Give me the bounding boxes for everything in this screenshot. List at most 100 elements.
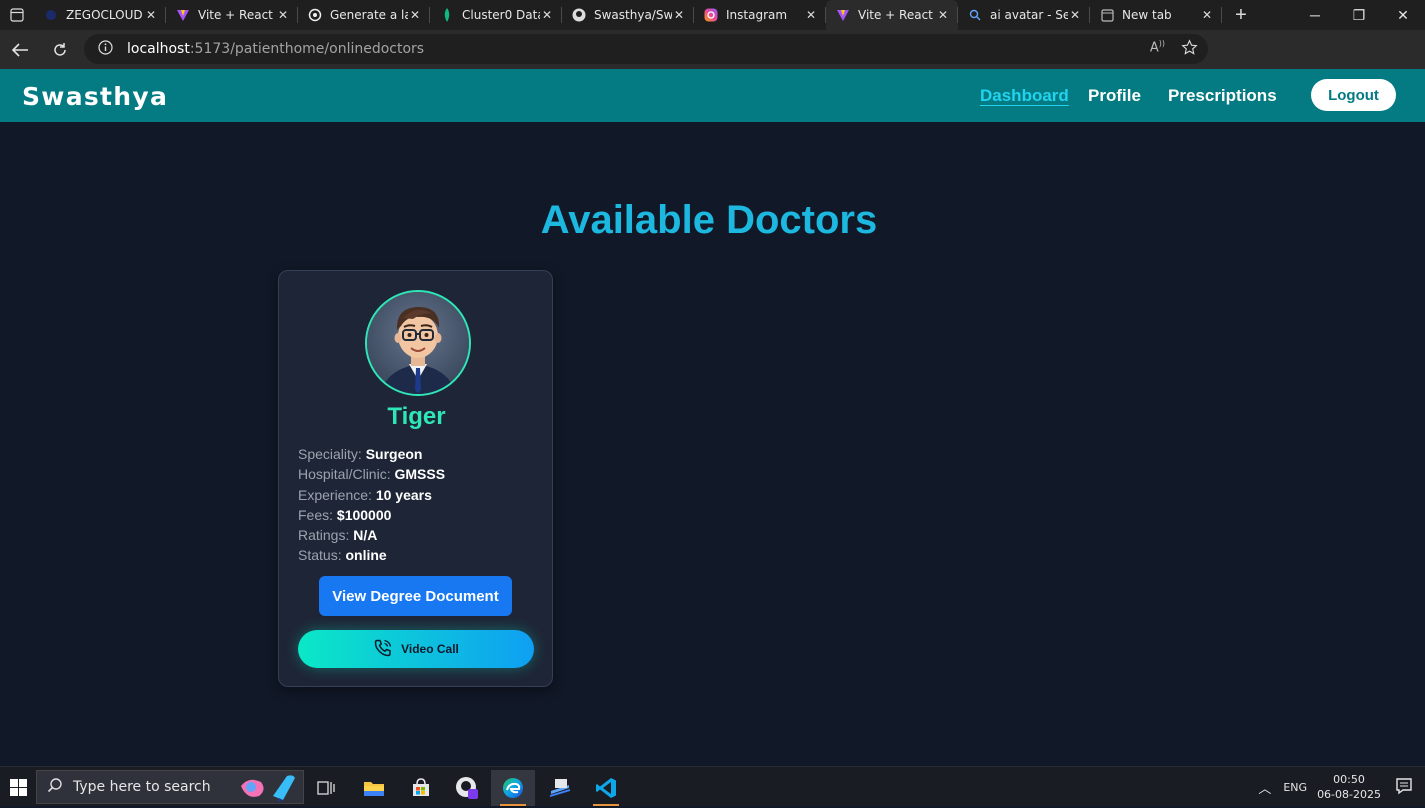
zegocloud-icon [44, 8, 58, 22]
detail-label: Speciality: [298, 446, 362, 462]
tab-close-icon[interactable]: ✕ [1200, 8, 1214, 22]
new-tab-button[interactable]: + [1222, 4, 1260, 27]
detail-row-ratings: Ratings: N/A [298, 525, 445, 545]
tab-title: ZEGOCLOUD C [66, 8, 144, 22]
detail-value: online [345, 547, 387, 564]
detail-value: $100000 [336, 506, 392, 523]
detail-label: Ratings: [298, 527, 350, 544]
taskbar-search-placeholder: Type here to search [73, 779, 211, 795]
tab-title: Cluster0 Data | [462, 8, 540, 22]
nav-dashboard-link[interactable]: Dashboard [980, 86, 1069, 106]
tab-actions-icon[interactable] [0, 0, 34, 30]
page-title: Available Doctors [540, 198, 878, 242]
doctor-avatar [365, 290, 471, 396]
video-call-label: Video Call [401, 642, 459, 656]
vite-icon [176, 8, 190, 22]
nav-prescriptions-link[interactable]: Prescriptions [1168, 86, 1277, 106]
file-explorer-icon[interactable] [352, 770, 396, 806]
window-controls: ─ ❐ ✕ [1293, 0, 1425, 30]
detail-value: N/A [353, 527, 378, 544]
restore-icon[interactable]: ❐ [1337, 0, 1381, 30]
detail-label: Experience: [298, 486, 372, 503]
phone-icon [373, 638, 393, 661]
tab-title: Vite + React [858, 8, 933, 22]
tab-title: ai avatar - Sear [990, 8, 1068, 22]
favorite-star-icon[interactable] [1181, 39, 1198, 60]
tab-title: Generate a lan [330, 8, 408, 22]
notifications-icon[interactable] [1395, 777, 1413, 798]
system-tray: ︿ ENG 00:50 06-08-2025 [1258, 767, 1425, 807]
logout-button[interactable]: Logout [1311, 79, 1396, 111]
main-content: Available Doctors Tiger Speciality: Surg… [0, 122, 1425, 766]
edge-browser-icon[interactable] [491, 770, 535, 806]
tab-close-icon[interactable]: ✕ [1068, 8, 1082, 22]
view-degree-document-button[interactable]: View Degree Document [319, 576, 512, 616]
windows-taskbar: Type here to search ︿ ENG 00:50 06-08-20… [0, 766, 1425, 806]
tab-title: Vite + React [198, 8, 273, 22]
detail-value: Surgeon [365, 446, 423, 462]
detail-row-speciality: Speciality: Surgeon [298, 444, 445, 464]
browser-tab[interactable]: Generate a lan ✕ [298, 0, 430, 30]
tab-close-icon[interactable]: ✕ [276, 8, 290, 22]
taskbar-search-box[interactable]: Type here to search [36, 770, 304, 804]
read-aloud-icon[interactable]: A)) [1150, 39, 1165, 60]
browser-tab[interactable]: ZEGOCLOUD C ✕ [34, 0, 166, 30]
detail-label: Hospital/Clinic: [298, 466, 391, 483]
tab-close-icon[interactable]: ✕ [936, 8, 950, 22]
video-call-button[interactable]: Video Call [298, 630, 534, 668]
search-icon [47, 777, 63, 797]
language-indicator[interactable]: ENG [1283, 781, 1307, 794]
microsoft-store-icon[interactable] [399, 770, 443, 806]
clock-date: 06-08-2025 [1317, 788, 1381, 801]
detail-label: Status: [298, 547, 342, 564]
mongodb-icon [440, 8, 454, 22]
newtab-icon [1100, 8, 1114, 22]
remote-desktop-icon[interactable] [538, 770, 582, 806]
browser-tab[interactable]: ai avatar - Sear ✕ [958, 0, 1090, 30]
reload-icon[interactable] [40, 30, 80, 69]
browser-tab-bar: ZEGOCLOUD C ✕ Vite + React ✕ Generate a … [0, 0, 1425, 30]
browser-address-bar: localhost:5173/patienthome/onlinedoctors… [0, 30, 1425, 90]
tab-close-icon[interactable]: ✕ [540, 8, 554, 22]
browser-tab[interactable]: Vite + React ✕ [166, 0, 298, 30]
detail-row-experience: Experience: 10 years [298, 485, 445, 505]
browser-tab[interactable]: Instagram ✕ [694, 0, 826, 30]
windows-start-icon[interactable] [0, 767, 36, 807]
tab-close-icon[interactable]: ✕ [408, 8, 422, 22]
vite-icon [836, 8, 850, 22]
tab-close-icon[interactable]: ✕ [804, 8, 818, 22]
detail-row-hospital: Hospital/Clinic: GMSSS [298, 464, 445, 484]
browser-tab[interactable]: Cluster0 Data | ✕ [430, 0, 562, 30]
instagram-icon [704, 8, 718, 22]
tab-title: Instagram [726, 8, 788, 22]
tab-title: New tab [1122, 8, 1172, 22]
brand-logo[interactable]: Swasthya [22, 82, 168, 111]
github-desktop-icon[interactable] [445, 770, 489, 806]
close-window-icon[interactable]: ✕ [1381, 0, 1425, 30]
search-highlight-icon [239, 772, 301, 808]
site-info-icon[interactable] [98, 39, 113, 59]
url-host: localhost [127, 41, 190, 57]
back-icon[interactable] [0, 30, 40, 69]
tab-close-icon[interactable]: ✕ [672, 8, 686, 22]
vscode-icon[interactable] [584, 770, 628, 806]
doctor-card: Tiger Speciality: Surgeon Hospital/Clini… [278, 270, 553, 687]
browser-tab[interactable]: New tab ✕ [1090, 0, 1222, 30]
tab-title: Swasthya/Swas [594, 8, 672, 22]
url-path: :5173/patienthome/onlinedoctors [189, 41, 425, 57]
taskbar-clock[interactable]: 00:50 06-08-2025 [1317, 772, 1381, 802]
clock-time: 00:50 [1333, 773, 1365, 786]
detail-row-fees: Fees: $100000 [298, 505, 445, 525]
minimize-icon[interactable]: ─ [1293, 0, 1337, 30]
doctor-name: Tiger [387, 403, 446, 430]
tab-close-icon[interactable]: ✕ [144, 8, 158, 22]
tray-overflow-chevron-icon[interactable]: ︿ [1258, 778, 1271, 797]
doctor-details: Speciality: Surgeon Hospital/Clinic: GMS… [298, 444, 445, 566]
nav-profile-link[interactable]: Profile [1088, 86, 1141, 106]
browser-tab-active[interactable]: Vite + React ✕ [826, 0, 958, 30]
detail-value: 10 years [375, 486, 432, 503]
browser-tab[interactable]: Swasthya/Swas ✕ [562, 0, 694, 30]
url-field[interactable]: localhost:5173/patienthome/onlinedoctors… [84, 34, 1208, 64]
search-icon [968, 8, 982, 22]
task-view-icon[interactable] [304, 770, 348, 806]
